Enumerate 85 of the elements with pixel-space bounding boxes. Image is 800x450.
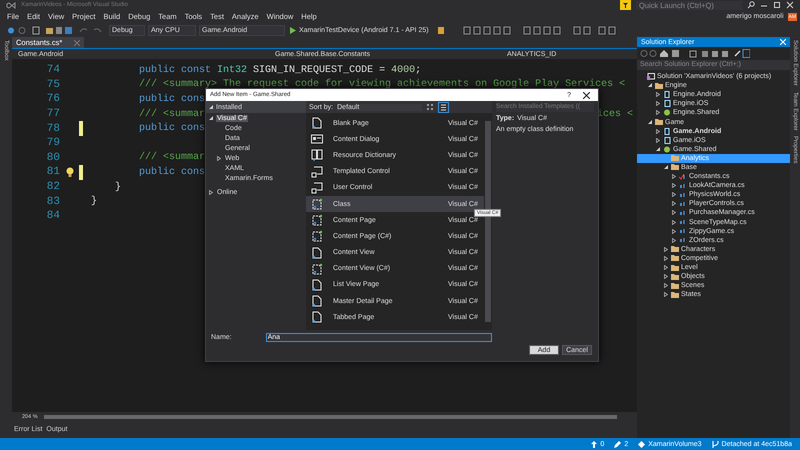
line-number: 79 (46, 137, 60, 150)
code-line: /// <summary> The request code for viewing achievements on Google Play Services < (138, 79, 626, 90)
expand-icon[interactable] (672, 174, 676, 180)
code-fragment: ices < (596, 108, 633, 120)
expand-icon[interactable] (664, 265, 668, 270)
code-line: public cons (138, 166, 206, 178)
expand-icon[interactable] (664, 283, 668, 288)
expand-icon[interactable] (664, 256, 668, 261)
page-icon (311, 117, 323, 130)
expand-icon[interactable] (672, 228, 676, 234)
code-line: /// <summar (138, 152, 206, 164)
expand-icon[interactable] (209, 190, 213, 194)
line-number: 84 (46, 210, 60, 222)
phone-icon (663, 91, 671, 98)
collapse-icon[interactable] (648, 120, 652, 125)
page-icon (311, 278, 323, 291)
arrow-up-icon (591, 440, 598, 448)
page-icon (311, 311, 323, 324)
project-icon (663, 146, 671, 153)
expand-icon[interactable] (664, 292, 668, 298)
play-icon (290, 26, 296, 34)
expand-icon[interactable] (672, 192, 676, 198)
code-line: /// <summar (138, 108, 206, 120)
page-icon (311, 246, 323, 259)
expand-icon[interactable] (656, 92, 660, 98)
maximize-icon[interactable] (773, 1, 781, 9)
diamond-icon (638, 440, 646, 448)
expand-icon[interactable] (672, 201, 676, 206)
line-number: 78 (46, 122, 60, 135)
page-icon (311, 295, 323, 308)
class-file-icon (311, 262, 323, 275)
toolbar-icons-drawing[interactable] (640, 49, 750, 58)
expand-icon[interactable] (672, 238, 676, 243)
collapse-icon[interactable] (648, 83, 652, 88)
book-icon (311, 149, 323, 162)
phone-icon (663, 128, 671, 135)
expand-icon[interactable] (656, 138, 660, 143)
expand-icon[interactable] (656, 101, 660, 106)
collapse-icon[interactable] (656, 146, 660, 152)
expand-icon[interactable] (664, 274, 668, 280)
line-number: 81 (46, 166, 60, 178)
expand-icon[interactable] (656, 110, 660, 116)
class-file-icon (311, 198, 323, 210)
tablet-icon (663, 100, 671, 108)
line-number: 76 (46, 93, 60, 106)
code-line: } (90, 196, 98, 208)
project-icon (663, 109, 671, 116)
expand-icon[interactable] (672, 220, 676, 225)
expand-icon[interactable] (656, 128, 660, 134)
folder-icon (655, 82, 663, 89)
class-file-icon (311, 214, 323, 226)
line-number: 83 (46, 196, 60, 208)
line-number: 80 (46, 152, 60, 164)
line-number: 77 (46, 108, 60, 120)
expand-icon[interactable] (672, 210, 676, 216)
expand-icon[interactable] (672, 183, 676, 188)
code-line: } (114, 182, 122, 193)
feedback-icon[interactable] (620, 0, 631, 10)
grid-view-icon[interactable] (426, 103, 434, 111)
expand-icon[interactable] (217, 156, 221, 160)
collapse-icon[interactable] (664, 164, 668, 170)
collapse-icon (209, 105, 213, 109)
pencil-icon (614, 440, 622, 448)
code-line: public cons (138, 94, 206, 105)
line-number: 82 (46, 181, 60, 194)
control-icon (311, 166, 323, 178)
dialog-icon (311, 133, 323, 146)
folder-icon (655, 119, 663, 126)
app-logo-icon (6, 0, 16, 10)
code-line: public const Int32 SIGN_IN_REQUEST_CODE = 4000; (138, 64, 422, 76)
branch-icon (712, 440, 719, 448)
line-number: 74 (46, 64, 60, 76)
lightbulb-icon[interactable] (66, 166, 74, 178)
search-icon[interactable] (747, 1, 755, 9)
close-icon[interactable] (583, 92, 590, 98)
line-number: 75 (46, 78, 60, 91)
collapse-icon[interactable] (209, 116, 213, 120)
solution-icon (647, 73, 655, 80)
control-icon (311, 182, 323, 194)
list-view-icon[interactable] (438, 102, 450, 112)
horizontal-scrollbar[interactable] (44, 414, 617, 418)
code-line: public cons (138, 123, 206, 134)
expand-icon[interactable] (664, 246, 668, 252)
tablet-icon (663, 136, 671, 144)
class-file-icon (311, 230, 323, 242)
